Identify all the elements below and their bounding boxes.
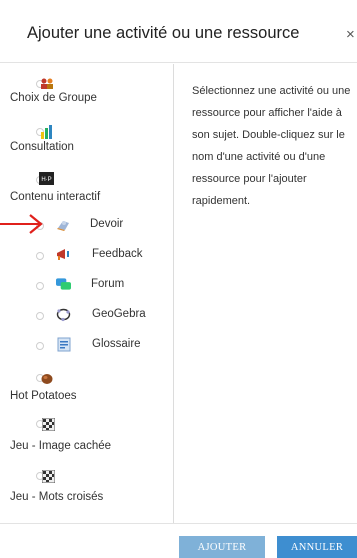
group-choice-icon [39, 76, 54, 91]
activity-label: Choix de Groupe [10, 92, 97, 104]
activity-label: Forum [91, 278, 125, 290]
activity-label: Feedback [92, 248, 143, 260]
annotation-arrow-icon [0, 214, 43, 234]
activity-label: Consultation [10, 141, 74, 153]
activity-item-choix-de-groupe[interactable]: Choix de Groupe [10, 64, 173, 110]
activity-item-forum[interactable]: Forum [10, 270, 173, 300]
geogebra-icon [56, 307, 71, 322]
svg-text:H·P: H·P [41, 177, 51, 183]
megaphone-icon [56, 247, 71, 262]
activity-label: Contenu interactif [10, 191, 101, 203]
activity-item-hot-potatoes[interactable]: Hot Potatoes [10, 362, 173, 408]
activity-item-feedback[interactable]: Feedback [10, 240, 173, 270]
hot-potatoes-icon [39, 370, 54, 385]
activity-list[interactable]: Choix de Groupe Consultation H·P Contenu… [10, 64, 174, 523]
glossary-icon [56, 337, 71, 352]
activity-radio[interactable] [36, 342, 44, 350]
activity-label: GeoGebra [92, 308, 146, 320]
help-text: Sélectionnez une activité ou une ressour… [192, 85, 351, 207]
activity-item-jeu-image-cachee[interactable]: Jeu - Image cachée [10, 408, 173, 460]
activity-label: Devoir [90, 218, 124, 230]
dialog-title: Ajouter une activité ou une ressource [27, 24, 300, 42]
crossword-grid-icon [41, 469, 56, 484]
activity-radio[interactable] [36, 282, 44, 290]
assignment-icon [56, 217, 71, 232]
activity-item-glossaire[interactable]: Glossaire [10, 330, 173, 360]
cancel-button[interactable]: ANNULER [277, 536, 357, 558]
activity-label: Jeu - Image cachée [10, 440, 112, 452]
dialog-header: Ajouter une activité ou une ressource × [0, 0, 357, 63]
activity-item-consultation[interactable]: Consultation [10, 110, 173, 158]
activity-label: Hot Potatoes [10, 390, 77, 402]
dialog-footer: AJOUTER ANNULER [0, 523, 357, 558]
activity-radio[interactable] [36, 312, 44, 320]
close-icon[interactable]: × [346, 26, 355, 43]
bar-chart-icon [39, 124, 54, 139]
activity-item-jeu-mots-croises[interactable]: Jeu - Mots croisés [10, 460, 173, 510]
add-button[interactable]: AJOUTER [179, 536, 265, 558]
activity-item-contenu-interactif[interactable]: H·P Contenu interactif [10, 158, 173, 208]
puzzle-grid-icon [41, 417, 56, 432]
activity-label: Jeu - Mots croisés [10, 491, 104, 503]
h5p-icon: H·P [39, 171, 54, 186]
activity-label: Glossaire [92, 338, 141, 350]
activity-radio[interactable] [36, 252, 44, 260]
forum-icon [56, 277, 71, 292]
activity-item-geogebra[interactable]: GeoGebra [10, 300, 173, 330]
